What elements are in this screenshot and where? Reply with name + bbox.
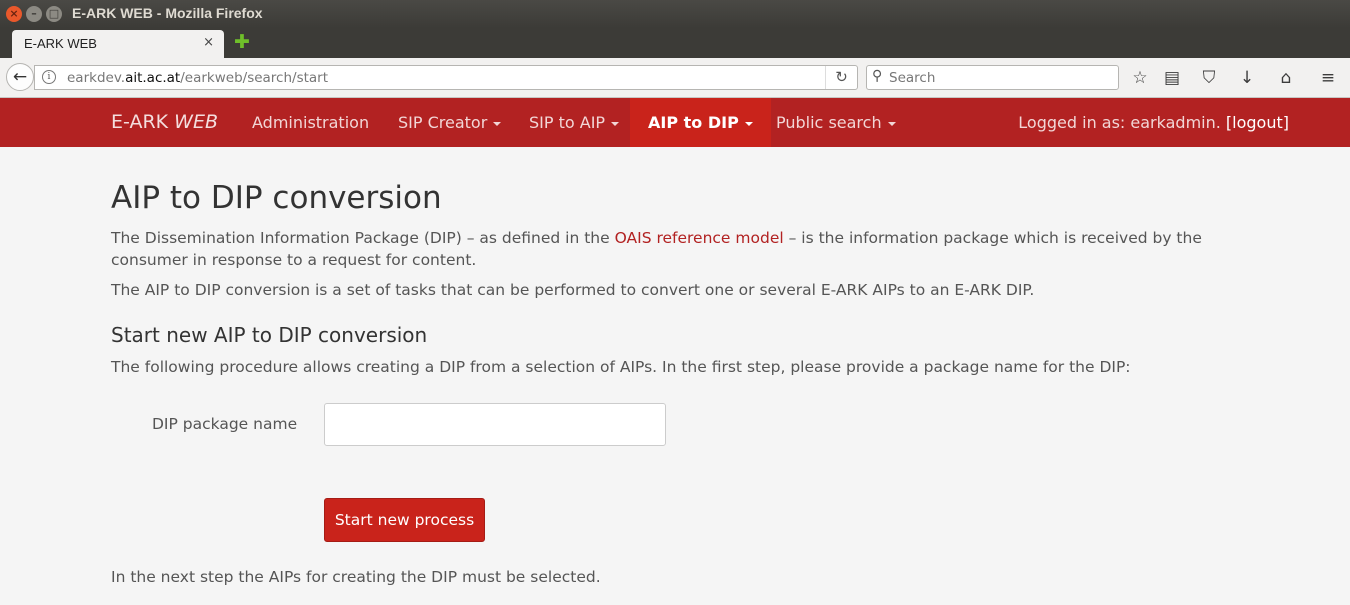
window-maximize-icon[interactable]: □ — [46, 6, 62, 22]
nav-item-sip-to-aip[interactable]: SIP to AIP — [529, 98, 620, 147]
chevron-down-icon — [744, 121, 753, 126]
search-box[interactable]: ⚲ — [866, 65, 1119, 90]
chevron-down-icon — [611, 121, 620, 126]
home-icon[interactable]: ⌂ — [1275, 67, 1297, 89]
tab-close-icon[interactable]: × — [203, 35, 214, 50]
new-tab-icon[interactable]: ✚ — [234, 31, 250, 53]
page-title: AIP to DIP conversion — [111, 180, 442, 216]
section-heading: Start new AIP to DIP conversion — [111, 323, 428, 347]
browser-tab-label: E-ARK WEB — [24, 36, 97, 51]
downloads-icon[interactable]: ↓ — [1236, 67, 1258, 89]
start-new-process-button[interactable]: Start new process — [324, 498, 485, 542]
next-step-text: In the next step the AIPs for creating t… — [111, 568, 601, 586]
browser-toolbar: i earkdev.ait.ac.at/earkweb/search/start… — [0, 58, 1350, 98]
menu-icon[interactable]: ≡ — [1317, 67, 1339, 89]
dip-package-name-input[interactable] — [324, 403, 666, 446]
dip-package-name-label: DIP package name — [152, 415, 298, 433]
window-minimize-icon[interactable]: – — [26, 6, 42, 22]
search-input[interactable] — [889, 68, 1114, 87]
bookmark-star-icon[interactable]: ☆ — [1129, 67, 1151, 89]
search-icon: ⚲ — [872, 68, 883, 84]
logout-link[interactable]: [logout] — [1226, 113, 1289, 132]
chevron-down-icon — [493, 121, 502, 126]
pocket-icon[interactable]: ⛉ — [1198, 67, 1220, 89]
oais-link[interactable]: OAIS reference model — [615, 229, 784, 247]
conversion-description: The AIP to DIP conversion is a set of ta… — [111, 281, 1035, 299]
intro-paragraph: The Dissemination Information Package (D… — [111, 229, 1202, 269]
nav-item-public-search[interactable]: Public search — [776, 98, 896, 147]
window-titlebar: × – □ E-ARK WEB - Mozilla Firefox — [0, 0, 1350, 28]
logged-in-user: Logged in as: earkadmin. [logout] — [1018, 113, 1289, 132]
brand-logo[interactable]: E-ARK WEB — [111, 111, 218, 133]
reload-icon[interactable]: ↻ — [825, 66, 857, 89]
url-text[interactable]: earkdev.ait.ac.at/earkweb/search/start — [67, 70, 328, 86]
site-info-icon[interactable]: i — [42, 70, 56, 84]
browser-tab[interactable]: E-ARK WEB × — [12, 30, 224, 58]
window-close-icon[interactable]: × — [6, 6, 22, 22]
nav-item-administration[interactable]: Administration — [252, 98, 369, 147]
window-title: E-ARK WEB - Mozilla Firefox — [72, 5, 263, 21]
nav-item-sip-creator[interactable]: SIP Creator — [398, 98, 502, 147]
procedure-text: The following procedure allows creating … — [111, 358, 1131, 376]
nav-item-aip-to-dip[interactable]: AIP to DIP — [630, 98, 771, 147]
back-arrow-icon[interactable]: ← — [6, 63, 34, 91]
reading-list-icon[interactable]: ▤ — [1161, 67, 1183, 89]
tab-strip: E-ARK WEB × ✚ — [0, 28, 1350, 58]
chevron-down-icon — [887, 121, 896, 126]
url-bar[interactable]: i earkdev.ait.ac.at/earkweb/search/start… — [34, 65, 858, 90]
site-navbar: E-ARK WEB Administration SIP Creator SIP… — [0, 98, 1350, 147]
